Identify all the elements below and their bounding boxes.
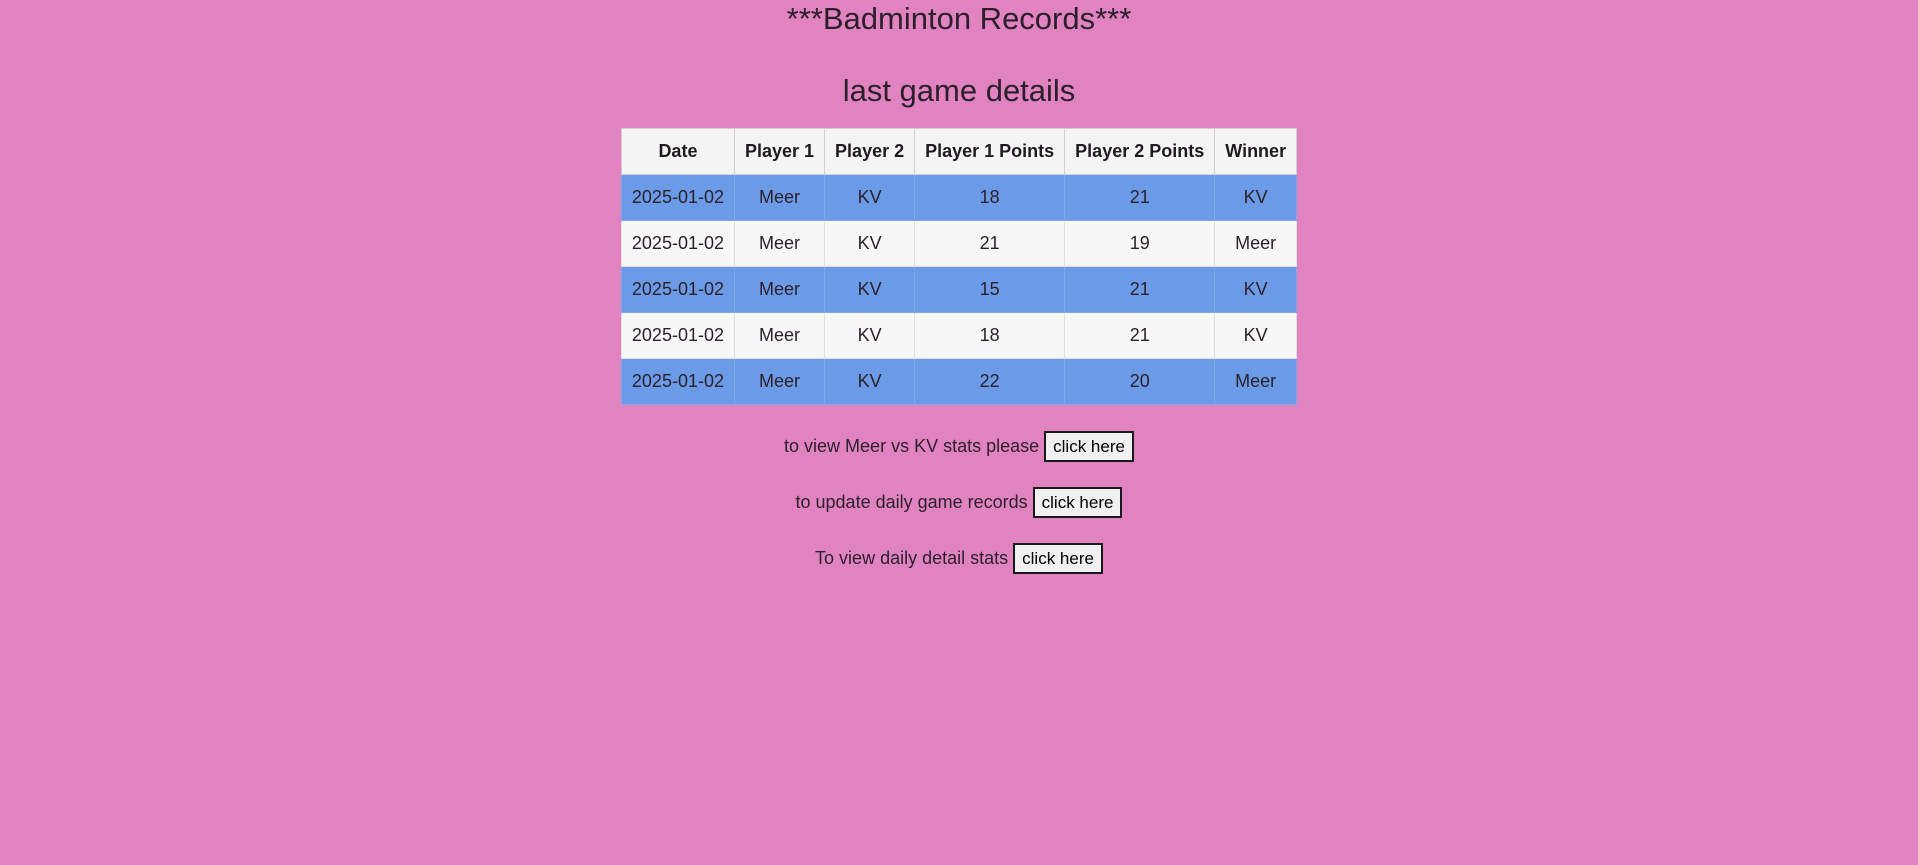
cell-player1: Meer — [733, 174, 826, 221]
update-action-text: to update daily game records — [795, 492, 1028, 512]
cell-player1-points: 18 — [914, 312, 1066, 359]
cell-winner: KV — [1214, 312, 1298, 359]
cell-date: 2025-01-02 — [620, 220, 735, 267]
column-header-player2-points: Player 2 Points — [1064, 128, 1216, 175]
cell-winner: Meer — [1214, 358, 1298, 405]
stats-action-line: to view Meer vs KV stats please click he… — [784, 431, 1134, 462]
cell-date: 2025-01-02 — [620, 266, 735, 313]
table-row: 2025-01-02 Meer KV 18 21 KV — [620, 174, 1298, 221]
table-row: 2025-01-02 Meer KV 21 19 Meer — [620, 220, 1298, 267]
cell-player2-points: 20 — [1064, 358, 1216, 405]
cell-player2: KV — [824, 174, 916, 221]
table-row: 2025-01-02 Meer KV 18 21 KV — [620, 312, 1298, 359]
cell-winner: Meer — [1214, 220, 1298, 267]
table-row: 2025-01-02 Meer KV 22 20 Meer — [620, 358, 1298, 405]
cell-player2: KV — [824, 266, 916, 313]
cell-winner: KV — [1214, 174, 1298, 221]
daily-stats-action-text: To view daily detail stats — [815, 548, 1009, 568]
daily-stats-button[interactable]: click here — [1013, 543, 1103, 574]
cell-player2-points: 21 — [1064, 174, 1216, 221]
column-header-player1-points: Player 1 Points — [914, 128, 1066, 175]
cell-player2: KV — [824, 312, 916, 359]
cell-player1: Meer — [733, 358, 826, 405]
cell-player2: KV — [824, 358, 916, 405]
table-header-row: Date Player 1 Player 2 Player 1 Points P… — [620, 128, 1298, 175]
cell-date: 2025-01-02 — [620, 174, 735, 221]
cell-player2: KV — [824, 220, 916, 267]
cell-player2-points: 19 — [1064, 220, 1216, 267]
update-action-line: to update daily game records click here — [796, 487, 1123, 518]
column-header-player2: Player 2 — [824, 128, 916, 175]
update-records-button[interactable]: click here — [1032, 487, 1123, 518]
page: ***Badminton Records*** last game detail… — [0, 0, 1918, 865]
cell-date: 2025-01-02 — [620, 358, 735, 405]
cell-player2-points: 21 — [1064, 312, 1216, 359]
page-title: ***Badminton Records*** — [786, 1, 1132, 36]
cell-date: 2025-01-02 — [620, 312, 735, 359]
view-stats-button[interactable]: click here — [1044, 431, 1134, 462]
cell-player1: Meer — [733, 266, 826, 313]
records-table: Date Player 1 Player 2 Player 1 Points P… — [620, 128, 1298, 405]
daily-stats-action-line: To view daily detail stats click here — [815, 543, 1103, 574]
cell-player1: Meer — [733, 220, 826, 267]
cell-player1-points: 21 — [914, 220, 1066, 267]
section-title: last game details — [842, 73, 1076, 108]
cell-player2-points: 21 — [1064, 266, 1216, 313]
cell-player1-points: 18 — [914, 174, 1066, 221]
column-header-winner: Winner — [1214, 128, 1298, 175]
stats-action-text: to view Meer vs KV stats please — [784, 436, 1040, 456]
cell-player1-points: 15 — [914, 266, 1066, 313]
cell-player1: Meer — [733, 312, 826, 359]
column-header-player1: Player 1 — [733, 128, 826, 175]
column-header-date: Date — [620, 128, 735, 175]
cell-winner: KV — [1214, 266, 1298, 313]
cell-player1-points: 22 — [914, 358, 1066, 405]
table-row: 2025-01-02 Meer KV 15 21 KV — [620, 266, 1298, 313]
